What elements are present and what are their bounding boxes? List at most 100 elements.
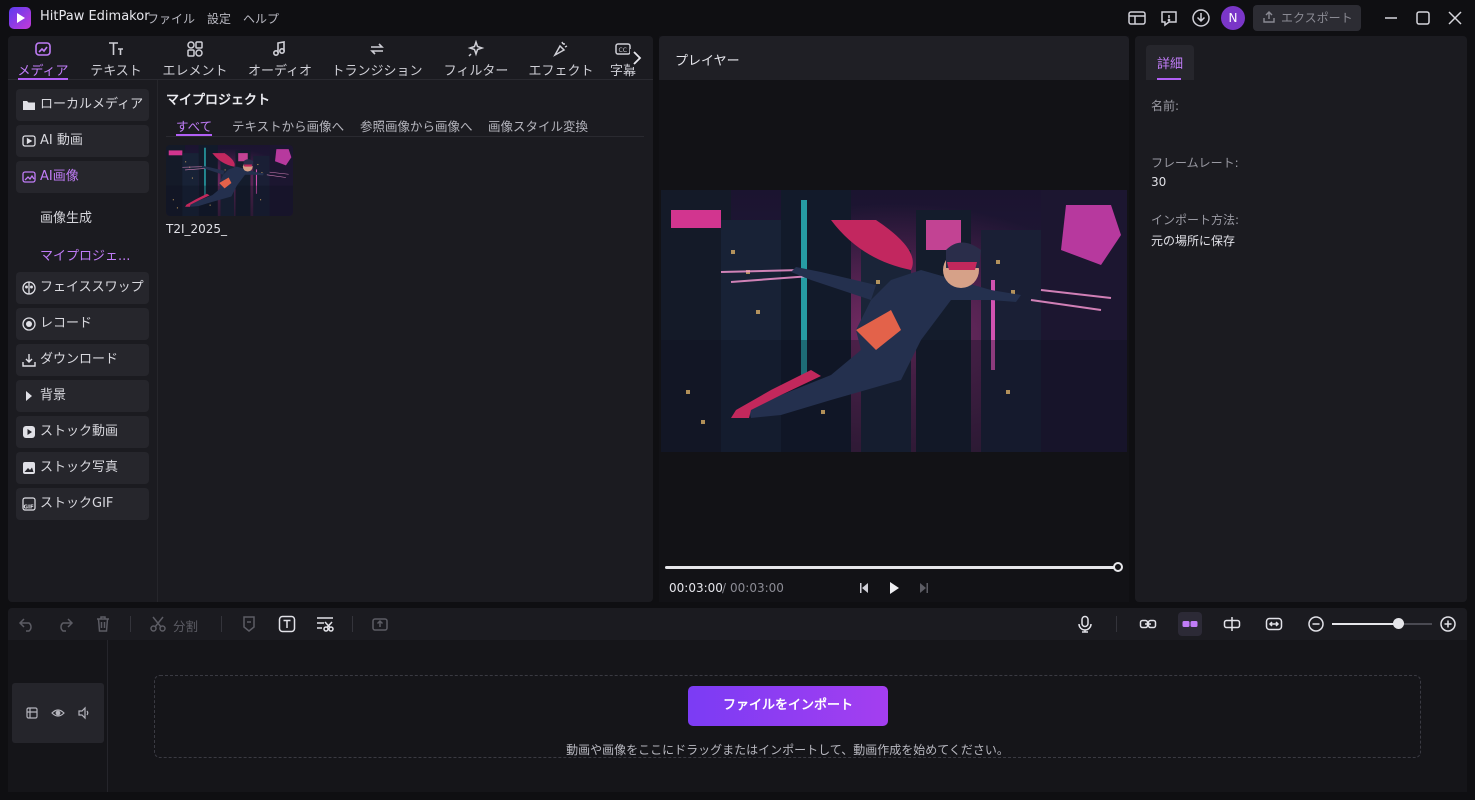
- video-preview[interactable]: [661, 190, 1127, 452]
- undo-icon[interactable]: [18, 615, 36, 633]
- total-time: 00:03:00: [730, 581, 784, 595]
- audio-icon: [242, 40, 318, 58]
- ai-video-icon: [22, 134, 36, 148]
- import-method-value: 元の場所に保存: [1151, 234, 1236, 248]
- effect-icon: [524, 40, 598, 58]
- avatar[interactable]: N: [1221, 6, 1245, 30]
- subtab-image-to-image[interactable]: 参照画像から画像へ: [360, 116, 473, 135]
- add-text-icon[interactable]: [278, 615, 296, 633]
- app-title: HitPaw Edimakor: [40, 9, 150, 24]
- export-label: エクスポート: [1281, 11, 1353, 25]
- playback-progress-handle[interactable]: [1113, 562, 1123, 572]
- maximize-icon[interactable]: [1413, 8, 1433, 28]
- download-circle-icon[interactable]: [1191, 8, 1211, 28]
- framerate-label: フレームレート:: [1151, 156, 1239, 170]
- transition-icon: [328, 40, 426, 58]
- sidebar-subitem-my-projects[interactable]: マイプロジェ...: [40, 245, 130, 264]
- delete-icon[interactable]: [94, 615, 112, 633]
- subtab-text-to-image[interactable]: テキストから画像へ: [232, 116, 344, 135]
- track-audio-icon[interactable]: [77, 706, 91, 720]
- filter-icon: [438, 40, 514, 58]
- snap-icon[interactable]: [1181, 615, 1199, 633]
- toolbar-separator: [221, 616, 222, 632]
- zoom-slider-fill: [1332, 623, 1398, 625]
- microphone-icon[interactable]: [1076, 615, 1094, 633]
- details-panel: [1135, 36, 1467, 602]
- svg-text:CC: CC: [619, 47, 627, 54]
- face-swap-icon: [22, 281, 36, 295]
- subtab-active-indicator: [176, 134, 212, 136]
- previous-frame-icon[interactable]: [856, 580, 872, 596]
- redo-icon[interactable]: [56, 615, 74, 633]
- split-track-icon[interactable]: [1223, 615, 1241, 633]
- tab-text[interactable]: テキスト: [84, 40, 148, 80]
- element-icon: [160, 40, 230, 58]
- subtab-style-transfer[interactable]: 画像スタイル変換: [488, 116, 588, 135]
- feedback-icon[interactable]: [1159, 8, 1179, 28]
- tab-details-label: 詳細: [1157, 57, 1184, 72]
- subtab-all[interactable]: すべて: [176, 116, 212, 135]
- sidebar-item-background[interactable]: 背景: [16, 380, 149, 412]
- marker-icon[interactable]: [240, 615, 258, 633]
- close-icon[interactable]: [1445, 8, 1465, 28]
- export-icon: [1262, 10, 1276, 24]
- tab-media[interactable]: メディア: [14, 40, 72, 80]
- sidebar-item-ai-image[interactable]: AI画像: [16, 161, 149, 193]
- link-clips-icon[interactable]: [1139, 615, 1157, 633]
- split-label[interactable]: 分割: [173, 616, 198, 635]
- details-tab-indicator: [1157, 78, 1181, 80]
- ai-image-icon: [22, 170, 36, 184]
- sidebar-item-face-swap[interactable]: フェイススワップ: [16, 272, 149, 304]
- subtab-divider: [166, 136, 644, 137]
- play-icon[interactable]: [886, 580, 902, 596]
- tab-element[interactable]: エレメント: [160, 40, 230, 80]
- drop-hint-text: 動画や画像をここにドラッグまたはインポートして、動画作成を始めてください。: [566, 743, 1009, 757]
- sidebar-item-stock-gif[interactable]: GIF ストックGIF: [16, 488, 149, 520]
- menu-settings[interactable]: 設定: [207, 10, 231, 27]
- zoom-slider-handle[interactable]: [1393, 618, 1404, 629]
- layout-icon[interactable]: [1127, 8, 1147, 28]
- track-header-divider: [107, 640, 108, 792]
- framerate-value: 30: [1151, 175, 1167, 189]
- stock-photo-icon: [22, 461, 36, 475]
- tabs-scroll-right-icon[interactable]: [630, 49, 644, 67]
- auto-cut-icon[interactable]: [316, 615, 334, 633]
- sidebar-item-local-media[interactable]: ローカルメディア: [16, 89, 149, 121]
- time-separator: /: [722, 581, 727, 595]
- sidebar-item-record[interactable]: レコード: [16, 308, 149, 340]
- playback-progress-bar[interactable]: [665, 566, 1119, 569]
- track-lock-icon[interactable]: [25, 706, 39, 720]
- toolbar-separator: [352, 616, 353, 632]
- split-icon[interactable]: [149, 615, 167, 633]
- sidebar-item-ai-video[interactable]: AI 動画: [16, 125, 149, 157]
- current-time: 00:03:00: [669, 581, 723, 595]
- tab-audio[interactable]: オーディオ: [242, 40, 318, 80]
- next-frame-icon[interactable]: [916, 580, 932, 596]
- tab-effect[interactable]: エフェクト: [524, 40, 598, 80]
- import-file-button[interactable]: ファイルをインポート: [688, 686, 888, 726]
- player-title: プレイヤー: [675, 54, 740, 69]
- project-thumbnail[interactable]: [166, 145, 293, 216]
- svg-text:GIF: GIF: [24, 505, 35, 511]
- menu-file[interactable]: ファイル: [147, 10, 195, 27]
- export-clip-icon[interactable]: [371, 615, 389, 633]
- fit-timeline-icon[interactable]: [1265, 615, 1283, 633]
- minimize-icon[interactable]: [1381, 8, 1401, 28]
- zoom-out-icon[interactable]: [1307, 615, 1325, 633]
- name-label: 名前:: [1151, 99, 1180, 113]
- sidebar-item-stock-photo[interactable]: ストック写真: [16, 452, 149, 484]
- menu-help[interactable]: ヘルプ: [243, 10, 279, 27]
- export-button[interactable]: エクスポート: [1253, 5, 1361, 31]
- stock-video-icon: [22, 425, 36, 439]
- tab-transition[interactable]: トランジション: [328, 40, 426, 80]
- project-title: マイプロジェクト: [166, 93, 271, 108]
- text-icon: [84, 40, 148, 58]
- sidebar-item-stock-video[interactable]: ストック動画: [16, 416, 149, 448]
- tab-filter[interactable]: フィルター: [438, 40, 514, 80]
- sidebar-item-download[interactable]: ダウンロード: [16, 344, 149, 376]
- sidebar-subitem-image-generation[interactable]: 画像生成: [40, 207, 92, 226]
- zoom-in-icon[interactable]: [1439, 615, 1457, 633]
- timeline-toolbar: [8, 608, 1467, 640]
- record-icon: [22, 317, 36, 331]
- track-visibility-icon[interactable]: [51, 706, 65, 720]
